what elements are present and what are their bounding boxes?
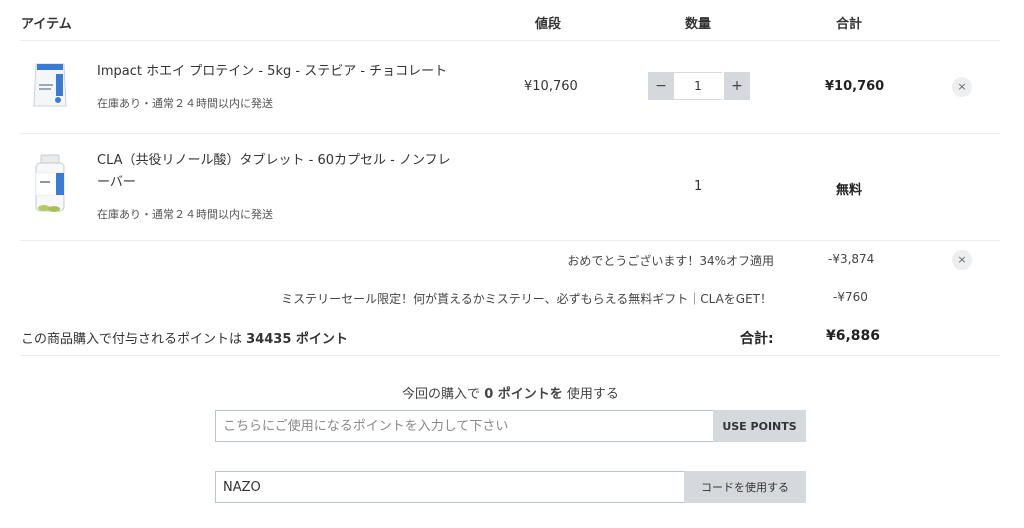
use-points-button[interactable]: USE POINTS bbox=[713, 410, 806, 442]
item-stock-status: 在庫あり・通常２４時間以内に発送 bbox=[97, 97, 273, 110]
quantity-increment-button[interactable]: + bbox=[724, 72, 750, 100]
points-earned-text: この商品購入で付与されるポイントは 34435 ポイント bbox=[21, 328, 348, 347]
item-stock-status: 在庫あり・通常２４時間以内に発送 bbox=[97, 208, 273, 221]
apply-coupon-button[interactable]: コードを使用する bbox=[684, 471, 806, 503]
item-price: ¥10,760 bbox=[524, 79, 578, 94]
header-quantity: 数量 bbox=[685, 17, 712, 32]
coupon-code-input[interactable] bbox=[215, 471, 685, 503]
whey-protein-product-image[interactable] bbox=[28, 60, 72, 110]
discount-label: おめでとうございます！34%オフ適用 bbox=[567, 254, 774, 268]
points-earned-value: 34435 ポイント bbox=[246, 332, 348, 347]
item-name[interactable]: Impact ホエイ プロテイン - 5kg - ステビア - チョコレート bbox=[97, 61, 467, 83]
remove-item-button[interactable]: × bbox=[952, 77, 972, 97]
discount-label: ミステリーセール限定！何が貰えるかミステリー、必ずもらえる無料ギフト｜CLAをG… bbox=[281, 292, 772, 306]
summary-total-label: 合計: bbox=[740, 331, 774, 347]
points-earned-prefix: この商品購入で付与されるポイントは bbox=[21, 332, 243, 347]
quantity-stepper: − + bbox=[648, 72, 750, 100]
header-total: 合計 bbox=[836, 17, 863, 32]
item-divider bbox=[20, 133, 1000, 134]
discount-amount: -¥3,874 bbox=[828, 252, 875, 266]
item-divider bbox=[20, 240, 1000, 241]
discount-amount: -¥760 bbox=[833, 290, 868, 304]
protein-pouch-icon bbox=[33, 63, 67, 107]
remove-discount-button[interactable]: × bbox=[952, 250, 972, 270]
item-total: ¥10,760 bbox=[825, 79, 885, 94]
cla-tablets-product-image[interactable] bbox=[32, 153, 76, 217]
summary-total-value: ¥6,886 bbox=[826, 328, 881, 344]
use-points-prefix: 今回の購入で bbox=[402, 387, 481, 402]
item-total: 無料 bbox=[836, 183, 863, 198]
item-quantity: 1 bbox=[694, 179, 703, 194]
item-name[interactable]: CLA（共役リノール酸）タブレット - 60カプセル - ノンフレーバー bbox=[97, 150, 453, 194]
quantity-decrement-button[interactable]: − bbox=[648, 72, 674, 100]
quantity-input[interactable] bbox=[674, 72, 722, 100]
header-price: 値段 bbox=[535, 17, 562, 32]
header-item: アイテム bbox=[21, 17, 72, 32]
points-input[interactable] bbox=[215, 410, 714, 442]
header-divider bbox=[20, 40, 1000, 41]
supplement-bottle-icon bbox=[35, 154, 65, 212]
use-points-heading: 今回の購入で 0 ポイントを 使用する bbox=[0, 383, 1021, 402]
use-points-value: 0 ポイントを bbox=[484, 387, 563, 402]
use-points-suffix: 使用する bbox=[566, 387, 619, 402]
summary-divider bbox=[20, 355, 1000, 356]
